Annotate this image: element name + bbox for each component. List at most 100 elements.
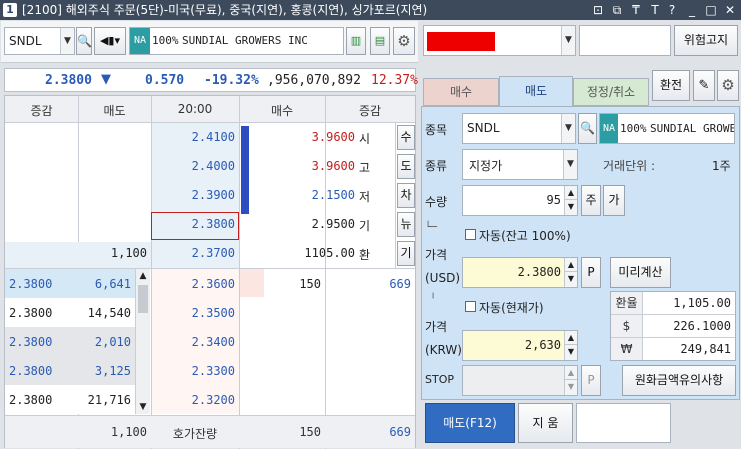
info-value: 1105.00	[304, 246, 355, 260]
bid-price[interactable]: 2.3500	[151, 306, 235, 320]
side-button-news[interactable]: 뉴	[397, 212, 415, 237]
chevron-down-icon[interactable]: ▼	[563, 150, 577, 179]
table-row[interactable]: 2.3900 2.1500 저	[5, 181, 395, 210]
col-change-ask: 증감	[30, 104, 53, 118]
ask-price[interactable]: 2.3900	[151, 188, 235, 202]
side-button-buy[interactable]: 수	[397, 125, 415, 150]
auto-current-checkbox[interactable]	[465, 301, 476, 312]
remaining-label: 호가잔량	[172, 427, 218, 441]
price-usd-input[interactable]: 2.3800 ▲ ▼	[462, 257, 578, 288]
trade-qty: 2,010	[94, 335, 131, 349]
bid-price[interactable]: 2.3600	[151, 277, 235, 291]
stop-p-button[interactable]: P	[581, 365, 601, 396]
chevron-down-icon[interactable]: ▼	[561, 26, 575, 55]
col-ask: 매도	[103, 104, 126, 118]
sound-icon[interactable]: ◀▮▾	[94, 27, 126, 55]
table-row[interactable]: 1,100 2.3700 1105.00 환	[5, 239, 395, 268]
chart-icon[interactable]: ▥	[346, 27, 366, 55]
info-value: 2.1500	[311, 188, 355, 202]
col-bid: 매수	[270, 104, 294, 118]
down-arrow-icon: ▼	[101, 72, 111, 87]
maximize-button[interactable]: □	[703, 2, 719, 18]
auto-balance-label[interactable]: 자동(잔고 100%)	[479, 227, 571, 244]
price-usd-p-button[interactable]: P	[581, 257, 601, 288]
ask-price[interactable]: 2.4100	[151, 130, 235, 144]
side-button-chart[interactable]: 차	[397, 183, 415, 208]
password-field[interactable]	[579, 25, 671, 56]
qty-unit-button[interactable]: 주	[581, 185, 601, 216]
fx-notice-button[interactable]: 원화금액유의사항	[622, 365, 736, 396]
scroll-thumb[interactable]	[138, 285, 148, 313]
unit-value: 1주	[712, 159, 731, 173]
price-usd-stepper[interactable]: ▲ ▼	[564, 258, 577, 287]
symbol-combobox[interactable]: SNDL ▼	[4, 27, 75, 55]
ask-price[interactable]: 2.4000	[151, 159, 235, 173]
auto-current-label[interactable]: 자동(현재가)	[479, 299, 544, 316]
minimize-button[interactable]: _	[684, 2, 700, 18]
tab-sell[interactable]: 매도	[499, 76, 573, 107]
bid-price[interactable]: 2.3200	[151, 393, 235, 407]
tab-buy[interactable]: 매수	[423, 78, 499, 106]
order-type-select[interactable]: 지정가 ▼	[462, 149, 578, 180]
side-button-sell[interactable]: 도	[397, 154, 415, 179]
tab-modify-cancel[interactable]: 정정/취소	[573, 78, 649, 106]
search-icon[interactable]: 🔍	[76, 27, 92, 55]
window-link-icon[interactable]: ⧉	[609, 2, 625, 18]
trade-scrollbar[interactable]: ▲ ▼	[135, 269, 150, 414]
table-row[interactable]: 2.3800 2.9500 기	[5, 210, 395, 239]
stock-name: SUNDIAL GROWERS INC	[650, 122, 735, 135]
na-badge: NA	[600, 114, 618, 143]
stepper-down-icon[interactable]: ▼	[565, 272, 577, 286]
close-button[interactable]: ✕	[722, 2, 738, 18]
table-row[interactable]: 2.4000 3.9600 고	[5, 152, 395, 181]
chevron-down-icon[interactable]: ▼	[60, 28, 74, 54]
stepper-up-icon[interactable]: ▲	[565, 186, 577, 200]
orderbook-footer: 1,100 호가잔량 150 669	[5, 415, 415, 448]
stop-stepper[interactable]: ▲ ▼	[564, 366, 577, 395]
order-symbol-combobox[interactable]: SNDL ▼	[462, 113, 576, 144]
scroll-up-icon[interactable]: ▲	[136, 269, 150, 283]
list-item: 2.3800 6,641	[5, 269, 135, 298]
qty-input[interactable]: 95 ▲ ▼	[462, 185, 578, 216]
stepper-down-icon[interactable]: ▼	[565, 345, 577, 359]
edit-icon[interactable]: ✎	[693, 70, 715, 101]
table-row[interactable]: 2.4100 3.9600 시	[5, 123, 395, 152]
stepper-up-icon[interactable]: ▲	[565, 366, 577, 380]
layout-icon[interactable]: ▤	[370, 27, 390, 55]
account-select[interactable]: ▼	[423, 25, 576, 56]
clear-button[interactable]: 지 움	[518, 403, 573, 443]
stepper-down-icon[interactable]: ▼	[565, 380, 577, 394]
font-size-icon[interactable]: T	[647, 2, 663, 18]
stop-input[interactable]: ▲ ▼	[462, 365, 578, 396]
help-icon[interactable]: ?	[664, 2, 680, 18]
auto-balance-checkbox[interactable]	[465, 229, 476, 240]
bid-price[interactable]: 2.3300	[151, 364, 235, 378]
stepper-up-icon[interactable]: ▲	[565, 258, 577, 272]
sell-order-button[interactable]: 매도(F12)	[425, 403, 515, 443]
screen-capture-icon[interactable]: ⊡	[590, 2, 606, 18]
qty-stepper[interactable]: ▲ ▼	[564, 186, 577, 215]
risk-notice-button[interactable]: 위험고지	[674, 25, 738, 56]
chevron-down-icon[interactable]: ▼	[561, 114, 575, 143]
trade-qty: 14,540	[87, 306, 131, 320]
stepper-up-icon[interactable]: ▲	[565, 331, 577, 345]
ask-price[interactable]: 2.3800	[151, 217, 235, 231]
bid-price[interactable]: 2.3400	[151, 335, 235, 349]
precalc-button[interactable]: 미리계산	[610, 257, 671, 288]
scroll-down-icon[interactable]: ▼	[136, 400, 150, 414]
ask-price[interactable]: 2.3700	[151, 246, 235, 260]
exchange-button[interactable]: 환전	[652, 70, 690, 101]
price-krw-input[interactable]: 2,630 ▲ ▼	[462, 330, 578, 361]
gear-icon[interactable]: ⚙	[717, 70, 739, 101]
side-button-etc[interactable]: 기	[397, 241, 415, 266]
price-krw-stepper[interactable]: ▲ ▼	[564, 331, 577, 360]
search-icon[interactable]: 🔍	[578, 113, 597, 144]
tree-connector-icon: └─	[425, 222, 438, 233]
current-price: 2.3800	[45, 73, 92, 88]
qty-possible-button[interactable]: 가	[603, 185, 625, 216]
pin-icon[interactable]: ₸	[628, 2, 644, 18]
gear-icon[interactable]: ⚙	[393, 27, 415, 55]
price-krw-unit: (KRW)	[425, 343, 462, 357]
krw-amount: 249,841	[680, 342, 731, 356]
stepper-down-icon[interactable]: ▼	[565, 200, 577, 214]
